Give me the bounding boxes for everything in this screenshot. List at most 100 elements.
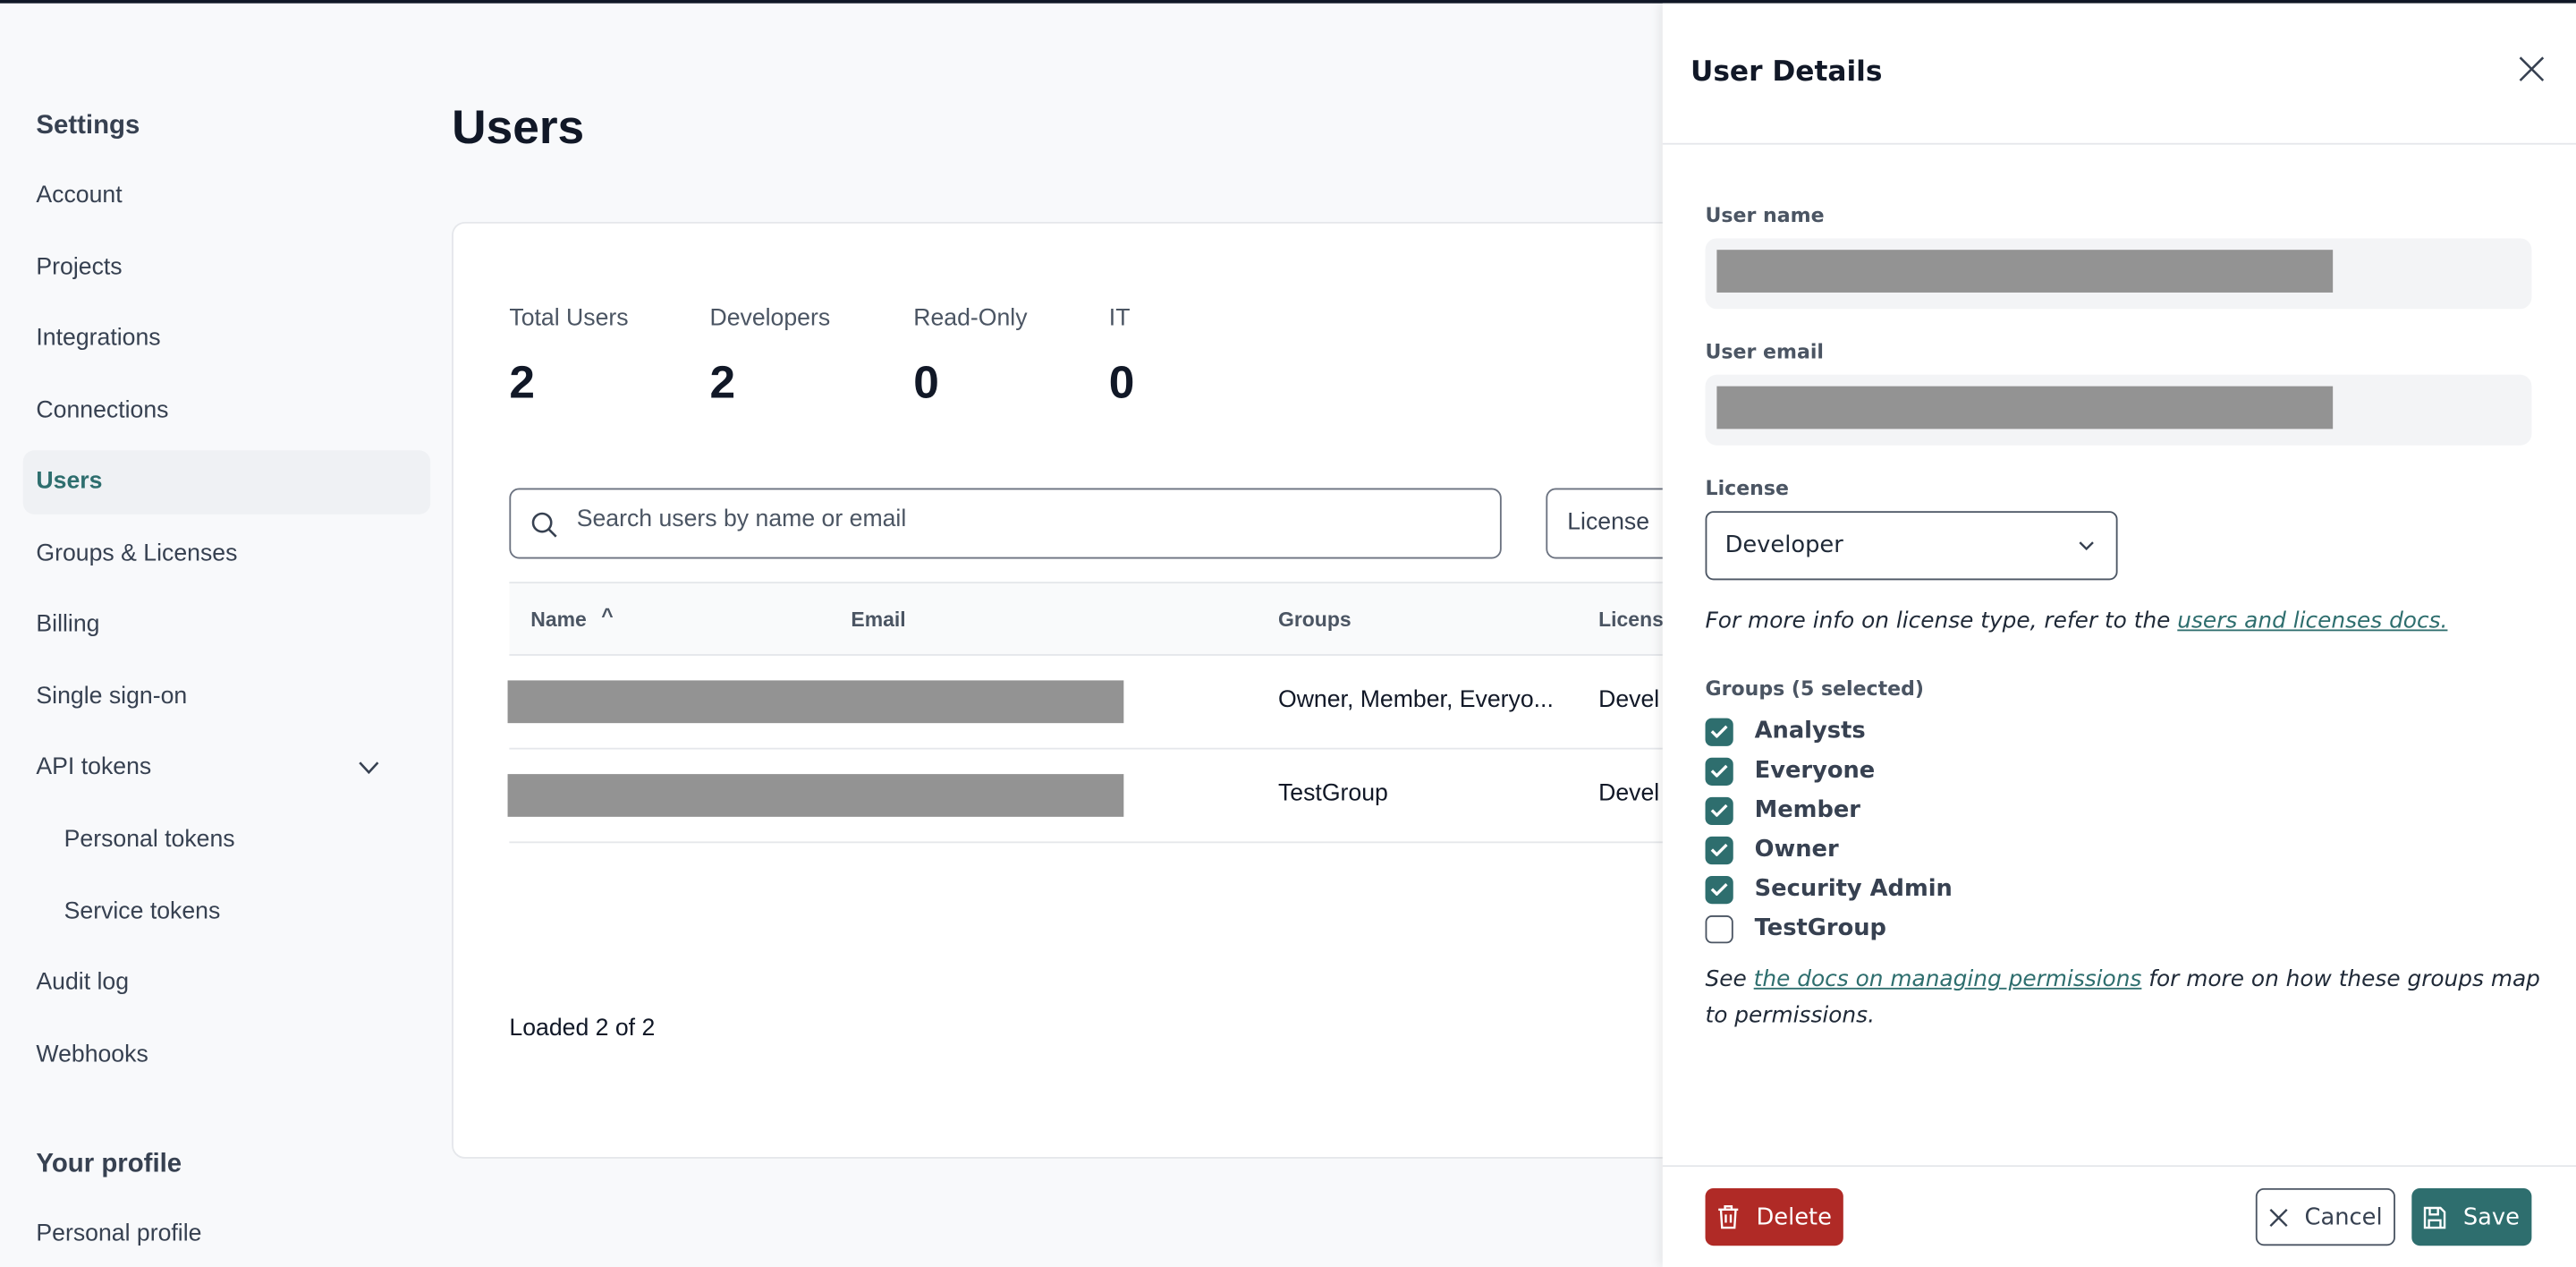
group-label: TestGroup xyxy=(1754,915,1886,942)
table-row[interactable]: Owner, Member, Everyo... Devel xyxy=(507,656,1692,750)
group-checkbox[interactable] xyxy=(1705,795,1733,825)
sidebar-item-audit-log[interactable]: Audit log xyxy=(23,951,431,1016)
group-option[interactable]: TestGroup xyxy=(1705,912,1886,945)
license-select[interactable]: Developer xyxy=(1705,511,2118,581)
user-details-drawer: User Details User name User email Licens… xyxy=(1662,3,2576,1267)
groups-cell: TestGroup xyxy=(1277,779,1388,806)
checkmark-icon xyxy=(1710,764,1728,778)
license-note: For more info on license type, refer to … xyxy=(1706,603,2544,639)
search-box[interactable] xyxy=(509,488,1502,559)
delete-button[interactable]: Delete xyxy=(1705,1187,1843,1246)
users-licenses-docs-link[interactable]: users and licenses docs. xyxy=(2177,608,2447,634)
sidebar-item-label: Groups & Licenses xyxy=(36,540,238,567)
license-cell: Devel xyxy=(1598,686,1660,714)
sidebar-item-webhooks[interactable]: Webhooks xyxy=(23,1024,431,1088)
license-note-text: For more info on license type, refer to … xyxy=(1705,608,2178,634)
stat-label: Total Users xyxy=(509,305,629,333)
chevron-down-icon[interactable] xyxy=(358,761,379,775)
group-checkbox[interactable] xyxy=(1705,756,1733,786)
user-email-field[interactable] xyxy=(1705,374,2532,446)
profile-section-title: Your profile xyxy=(36,1150,182,1178)
sidebar-item-billing[interactable]: Billing xyxy=(23,593,431,658)
search-icon xyxy=(531,512,557,538)
chevron-down-icon xyxy=(2079,541,2094,551)
sidebar-item-label: Account xyxy=(36,182,123,209)
checkmark-icon xyxy=(1710,804,1728,817)
redacted-value xyxy=(1716,386,2334,429)
group-checkbox[interactable] xyxy=(1705,914,1733,943)
group-option[interactable]: Owner xyxy=(1705,833,1839,866)
save-icon xyxy=(2424,1205,2446,1229)
redacted-value xyxy=(1716,250,2334,293)
sidebar-item-label: Connections xyxy=(36,397,169,424)
sidebar-title: Settings xyxy=(36,111,140,140)
table-header: Name ^ Email Groups License xyxy=(509,582,1692,656)
sort-ascending-icon[interactable]: ^ xyxy=(601,605,613,628)
cancel-label: Cancel xyxy=(2304,1203,2383,1230)
group-checkbox[interactable] xyxy=(1705,835,1733,864)
group-option[interactable]: Everyone xyxy=(1705,754,1876,787)
sidebar-item-personal-tokens[interactable]: Personal tokens xyxy=(23,809,431,873)
drawer-title: User Details xyxy=(1690,55,1883,89)
close-icon[interactable] xyxy=(2519,55,2545,81)
sidebar-item-label: Personal profile xyxy=(36,1220,202,1248)
column-header-email[interactable]: Email xyxy=(851,608,905,632)
sidebar-item-label: Single sign-on xyxy=(36,684,188,710)
sidebar-item-label: Billing xyxy=(36,611,100,638)
stat-value: 0 xyxy=(1108,356,1135,408)
stat-label: Developers xyxy=(709,305,831,333)
cancel-button[interactable]: Cancel xyxy=(2255,1187,2395,1246)
column-header-groups[interactable]: Groups xyxy=(1278,608,1352,632)
user-name-field[interactable] xyxy=(1705,238,2532,310)
group-option[interactable]: Security Admin xyxy=(1705,872,1953,906)
sidebar-item-label: Integrations xyxy=(36,325,161,353)
user-email-label: User email xyxy=(1705,340,1824,363)
divider xyxy=(1662,142,2576,145)
trash-icon xyxy=(1718,1204,1739,1229)
stat-value: 2 xyxy=(709,356,736,408)
save-button[interactable]: Save xyxy=(2411,1187,2532,1246)
delete-label: Delete xyxy=(1756,1203,1832,1230)
group-label: Owner xyxy=(1754,836,1839,863)
license-cell: Devel xyxy=(1598,779,1660,806)
sidebar-item-account[interactable]: Account xyxy=(23,165,431,229)
checkmark-icon xyxy=(1710,843,1728,856)
sidebar-item-single-sign-on[interactable]: Single sign-on xyxy=(23,666,431,730)
footer-divider xyxy=(1662,1165,2576,1168)
group-label: Everyone xyxy=(1754,757,1876,785)
table-row[interactable]: TestGroup Devel xyxy=(507,749,1692,843)
sidebar-item-personal-profile[interactable]: Personal profile xyxy=(23,1203,431,1267)
groups-cell: Owner, Member, Everyo... xyxy=(1277,686,1554,714)
sidebar-item-service-tokens[interactable]: Service tokens xyxy=(23,880,431,945)
user-name-label: User name xyxy=(1705,203,1825,227)
sidebar-item-label: Service tokens xyxy=(64,898,221,926)
group-label: Member xyxy=(1754,796,1860,824)
stat-label: IT xyxy=(1108,305,1131,333)
permissions-note-pre: See xyxy=(1705,965,1754,993)
managing-permissions-docs-link[interactable]: the docs on managing permissions xyxy=(1754,966,2142,992)
search-input[interactable] xyxy=(576,506,1464,533)
save-label: Save xyxy=(2462,1203,2520,1230)
group-checkbox[interactable] xyxy=(1705,717,1733,745)
sidebar-item-groups-licenses[interactable]: Groups & Licenses xyxy=(23,523,431,587)
redacted-name-email xyxy=(507,773,1124,816)
sidebar-item-integrations[interactable]: Integrations xyxy=(23,307,431,371)
sidebar-item-api-tokens[interactable]: API tokens xyxy=(23,736,431,801)
group-option[interactable]: Member xyxy=(1705,794,1860,827)
sidebar-item-projects[interactable]: Projects xyxy=(23,236,431,301)
sidebar-item-label: Users xyxy=(36,468,103,495)
license-label: License xyxy=(1705,476,1789,500)
sidebar-item-label: Projects xyxy=(36,254,123,282)
column-header-name[interactable]: Name xyxy=(530,608,587,632)
loaded-count: Loaded 2 of 2 xyxy=(509,1016,656,1042)
sidebar-item-label: Personal tokens xyxy=(64,826,235,854)
sidebar-item-users[interactable]: Users xyxy=(22,450,431,514)
checkmark-icon xyxy=(1710,725,1728,738)
group-label: Analysts xyxy=(1754,718,1866,745)
group-option[interactable]: Analysts xyxy=(1705,715,1866,748)
settings-page: Settings Account Projects Integrations Conn… xyxy=(0,0,2576,1267)
stat-value: 0 xyxy=(913,356,939,408)
group-checkbox[interactable] xyxy=(1705,875,1733,904)
sidebar-item-connections[interactable]: Connections xyxy=(23,379,431,444)
redacted-name-email xyxy=(507,680,1124,724)
